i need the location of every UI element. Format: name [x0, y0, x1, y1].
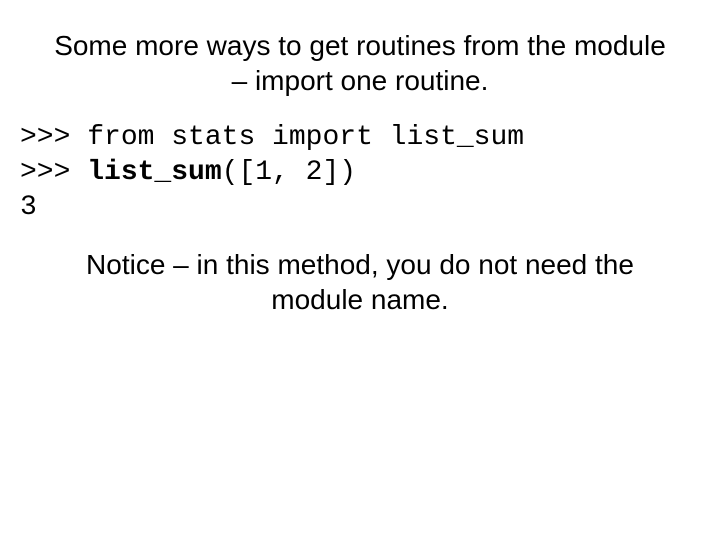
prompt-2: >>>	[20, 157, 87, 188]
code-line-2-args: ([1, 2])	[222, 157, 356, 188]
prompt-1: >>>	[20, 122, 87, 153]
code-line-1: from stats import list_sum	[87, 122, 524, 153]
title-line-2: – import one routine.	[232, 65, 489, 96]
slide: Some more ways to get routines from the …	[0, 0, 720, 540]
note-line-2: module name.	[271, 284, 448, 315]
code-block: >>> from stats import list_sum >>> list_…	[20, 120, 710, 225]
slide-title: Some more ways to get routines from the …	[10, 28, 710, 98]
code-output: 3	[20, 192, 37, 223]
note-line-1: Notice – in this method, you do not need…	[86, 249, 634, 280]
slide-note: Notice – in this method, you do not need…	[10, 247, 710, 317]
code-line-2-call: list_sum	[87, 157, 221, 188]
title-line-1: Some more ways to get routines from the …	[54, 30, 666, 61]
